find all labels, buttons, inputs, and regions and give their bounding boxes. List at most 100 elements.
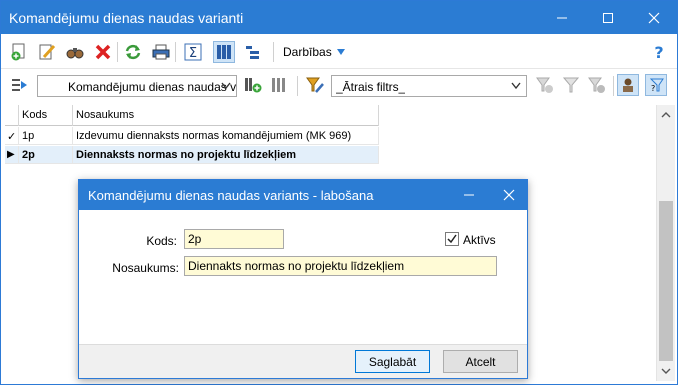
add-button[interactable] [9,42,29,62]
window-title: Komandējumu dienas naudas varianti [9,10,244,26]
svg-text:?: ? [651,84,655,93]
edit-filter-button[interactable] [305,75,325,95]
toolbar-separator [613,76,614,96]
add-filter-button[interactable] [535,75,555,95]
chevron-down-icon [336,49,345,55]
chevron-down-icon [511,82,521,90]
svg-text:Σ: Σ [189,46,197,61]
toolbar-main: Σ Darbības ? [1,34,677,68]
columns-settings-icon [272,78,285,92]
chevron-down-icon [221,82,231,90]
add-variant-button[interactable] [243,75,263,95]
clear-filter-button[interactable] [561,75,581,95]
refresh-button[interactable] [123,42,143,62]
sum-button[interactable]: Σ [183,42,203,62]
dialog-footer: Saglabāt Atcelt [79,344,527,378]
minimize-icon [557,17,567,18]
view-button[interactable] [65,42,85,62]
quick-filter-select[interactable]: _Ātrais filtrs_ [331,75,527,97]
kods-field[interactable]: 2p [184,229,284,249]
cell-nosaukums: Diennaksts normas no projektu līdzekļiem [73,146,379,164]
toolbar-separator [175,42,176,62]
edit-pencil-icon [39,44,56,60]
edit-dialog: Komandējumu dienas naudas variants - lab… [78,179,528,379]
minimize-button[interactable] [539,1,585,34]
sigma-sum-icon: Σ [184,43,202,61]
list-arrow-icon [12,79,27,91]
edit-button[interactable] [37,42,57,62]
close-icon [503,189,515,201]
print-button[interactable] [151,42,171,62]
cell-nosaukums: Izdevumu diennaksts normas komandējumiem… [73,127,379,145]
columns-view-button[interactable] [213,41,235,63]
dialog-minimize-button[interactable] [451,180,487,210]
minimize-icon [464,194,474,196]
user-filter-icon [623,78,633,92]
title-bar: Komandējumu dienas naudas varianti [1,1,677,34]
dialog-title: Komandējumu dienas naudas variants - lab… [88,188,374,203]
scroll-down-icon[interactable] [661,367,671,375]
quick-filter-value: _Ātrais filtrs_ [336,80,406,94]
columns-icon [217,45,231,59]
save-button[interactable]: Saglabāt [355,350,430,373]
dialog-body: Kods: 2p Aktīvs Nosaukums: Diennakts nor… [79,210,527,344]
active-label: Aktīvs [463,233,496,247]
actions-menu-label: Darbības [283,45,332,59]
kods-label: Kods: [146,234,177,248]
variant-select-value: Komandējumu dienas naudas v [68,80,237,94]
toolbar-separator [273,42,274,62]
help-button[interactable]: ? [649,42,669,62]
filter-help-button[interactable]: ? [645,74,667,96]
delete-button[interactable] [93,42,113,62]
actions-menu-button[interactable]: Darbības [283,44,346,60]
navigate-button[interactable] [9,75,29,95]
toolbar-separator [297,76,298,96]
row-marker-header [5,105,19,126]
grid-vertical-scrollbar[interactable] [657,105,675,381]
tree-list-icon [246,46,259,59]
delete-x-icon [95,44,111,60]
printer-icon [152,44,170,60]
add-document-icon [11,43,25,61]
refresh-icon [125,44,141,60]
dialog-close-button[interactable] [491,180,527,210]
toolbar-divider [1,68,677,69]
active-checkbox[interactable] [445,232,459,246]
filter-pencil-icon [306,77,324,93]
table-row[interactable]: ✓ 1p Izdevumu diennaksts normas komandēj… [5,127,379,145]
variant-settings-button[interactable] [269,75,289,95]
tree-view-button[interactable] [243,42,263,62]
scrollbar-thumb[interactable] [659,201,673,361]
row-current-marker: ▶ [5,146,19,164]
scroll-up-icon[interactable] [661,111,671,119]
table-row-selected[interactable]: ▶ 2p Diennaksts normas no projektu līdze… [5,146,379,164]
row-check-marker: ✓ [5,127,19,145]
close-icon [648,12,660,23]
binoculars-icon [66,48,84,59]
close-button[interactable] [631,1,677,34]
column-header-kods[interactable]: Kods [19,105,73,126]
help-question-icon: ? [654,43,663,61]
dialog-title-bar: Komandējumu dienas naudas variants - lab… [79,180,527,210]
checkmark-icon [447,234,457,244]
filter-settings-button[interactable] [587,75,607,95]
filter-question-icon: ? [649,78,664,93]
filter-icon [562,77,580,93]
nosaukums-field[interactable]: Diennakts normas no projektu līdzekļiem [184,256,497,276]
user-filter-button[interactable] [617,74,639,96]
toolbar-filter: Komandējumu dienas naudas v _Ātrais filt… [1,70,677,102]
maximize-button[interactable] [585,1,631,34]
cell-kods: 2p [19,146,73,164]
maximize-icon [603,12,613,23]
grid-header: Kods Nosaukums [5,105,379,126]
add-column-icon [245,78,262,93]
column-header-nosaukums[interactable]: Nosaukums [73,105,379,126]
variant-select[interactable]: Komandējumu dienas naudas v [37,75,237,97]
cell-kods: 1p [19,127,73,145]
filter-settings-icon [588,77,605,93]
toolbar-separator [117,42,118,62]
cancel-button[interactable]: Atcelt [443,350,518,373]
filter-add-icon [536,77,553,93]
svg-text:?: ? [654,43,663,61]
nosaukums-label: Nosaukums: [112,261,179,275]
